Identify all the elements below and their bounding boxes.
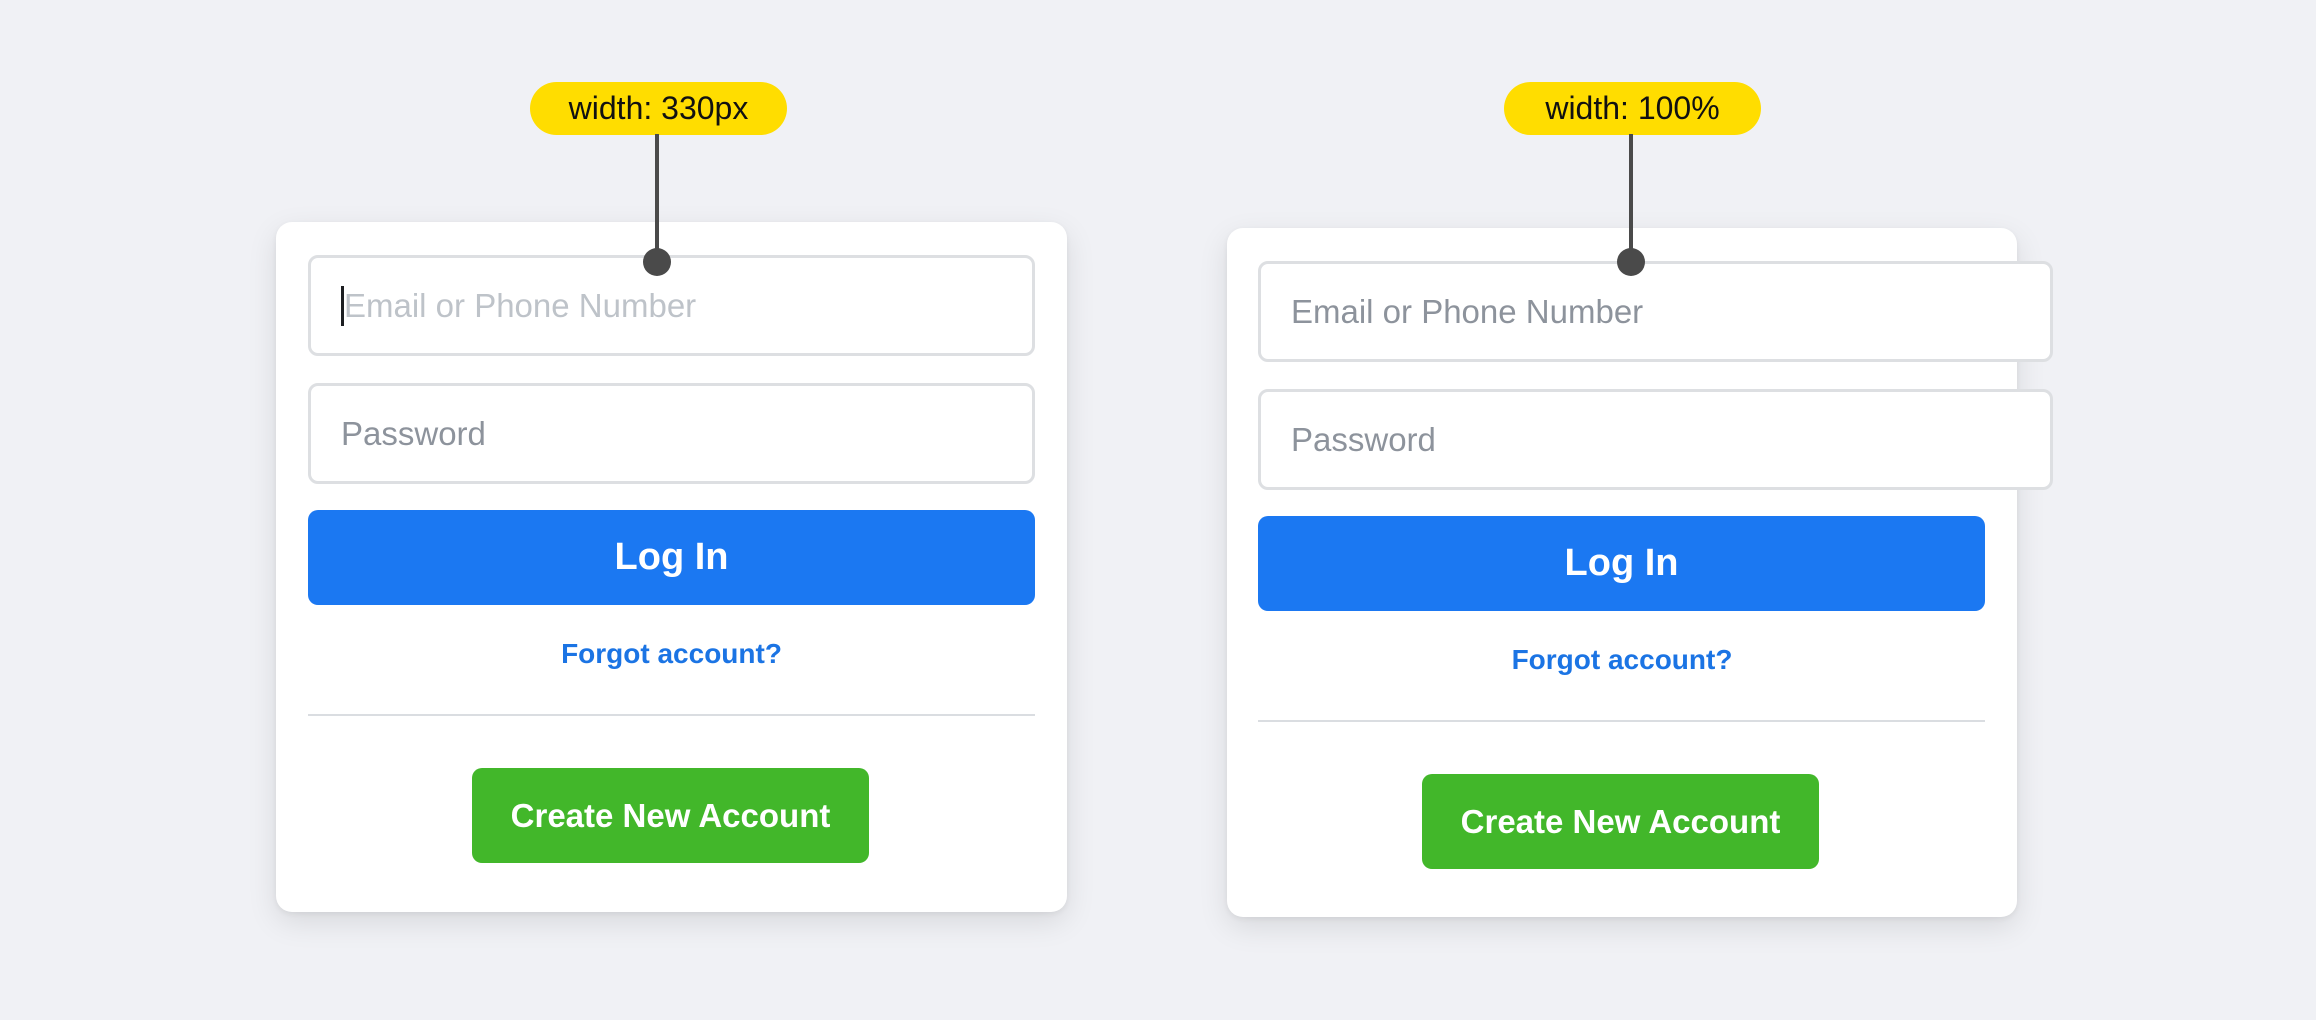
forgot-account-label[interactable]: Forgot account? — [1512, 644, 1733, 675]
password-input[interactable]: Password — [308, 383, 1035, 484]
forgot-account-link[interactable]: Forgot account? — [1227, 644, 2017, 676]
create-account-button[interactable]: Create New Account — [1422, 774, 1819, 869]
annotation-anchor-dot — [1617, 248, 1645, 276]
login-card-full-width: Email or Phone Number Password Log In Fo… — [1227, 228, 2053, 917]
create-account-button[interactable]: Create New Account — [472, 768, 869, 863]
email-input[interactable]: Email or Phone Number — [308, 255, 1035, 356]
forgot-account-label[interactable]: Forgot account? — [561, 638, 782, 669]
annotation-connector-line — [1629, 134, 1633, 262]
forgot-account-link[interactable]: Forgot account? — [276, 638, 1067, 670]
email-placeholder: Email or Phone Number — [1291, 292, 1644, 330]
email-placeholder: Email or Phone Number — [344, 286, 697, 324]
login-button[interactable]: Log In — [308, 510, 1035, 605]
width-annotation-tag: width: 330px — [530, 82, 787, 135]
email-input[interactable]: Email or Phone Number — [1258, 261, 2053, 362]
annotation-anchor-dot — [643, 248, 671, 276]
width-annotation-tag: width: 100% — [1504, 82, 1761, 135]
divider — [1258, 720, 1985, 722]
password-placeholder: Password — [1291, 420, 1436, 458]
password-input[interactable]: Password — [1258, 389, 2053, 490]
password-placeholder: Password — [341, 414, 486, 452]
login-card-fixed-width: Email or Phone Number Password Log In Fo… — [276, 222, 1067, 912]
divider — [308, 714, 1035, 716]
annotation-connector-line — [655, 134, 659, 262]
login-button[interactable]: Log In — [1258, 516, 1985, 611]
